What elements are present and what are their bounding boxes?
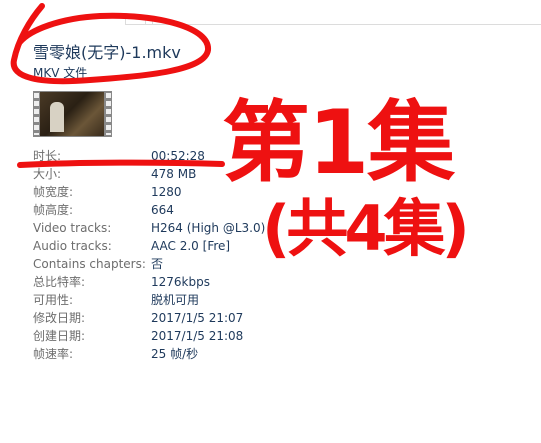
handwritten-total-label: (共4集) <box>262 192 470 265</box>
underline-annotation <box>17 159 225 168</box>
circle-annotation <box>10 3 211 85</box>
